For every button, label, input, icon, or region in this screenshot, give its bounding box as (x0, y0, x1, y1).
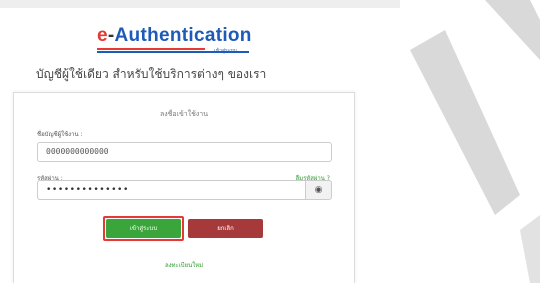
logo-underline-red (97, 48, 205, 50)
login-card-title: ลงชื่อเข้าใช้งาน (159, 110, 209, 118)
username-label: ชื่อบัญชีผู้ใช้งาน : (37, 131, 83, 138)
logo-e: e (97, 25, 108, 46)
logo-auth: Authentication (114, 25, 252, 46)
decorative-stripes (400, 0, 540, 283)
show-password-button[interactable]: ◉ (305, 180, 332, 200)
eye-icon: ◉ (314, 185, 323, 195)
register-link[interactable]: ลงทะเบียนใหม่ (14, 260, 354, 270)
login-button[interactable]: เข้าสู่ระบบ (106, 219, 181, 238)
logo-dash: - (107, 25, 115, 46)
stripe-1 (410, 30, 520, 215)
logo-underline-blue (97, 51, 249, 53)
stripe-2 (485, 0, 540, 60)
password-group: •••••••••••••• ◉ (37, 180, 332, 200)
username-input[interactable]: 0000000000000 (37, 142, 332, 162)
cancel-button[interactable]: ยกเลิก (188, 219, 263, 238)
top-bar (0, 0, 400, 8)
login-card: ลงชื่อเข้าใช้งาน ชื่อบัญชีผู้ใช้งาน : 00… (13, 92, 355, 283)
page-subtitle: บัญชีผู้ใช้เดียว สำหรับใช้บริการต่างๆ ขอ… (36, 67, 267, 81)
password-input[interactable]: •••••••••••••• (37, 180, 305, 200)
stripe-3 (520, 215, 540, 283)
e-authentication-logo: e-Authentication (97, 25, 252, 47)
